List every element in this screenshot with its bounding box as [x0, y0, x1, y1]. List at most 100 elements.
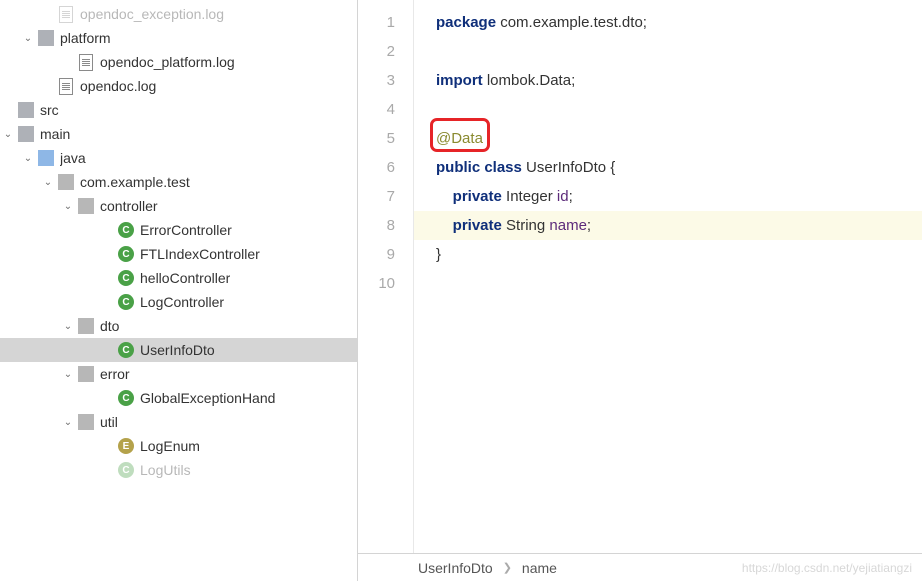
- file-icon: [58, 78, 74, 94]
- line-number: 1: [358, 8, 413, 37]
- tree-row[interactable]: ⌄ error: [0, 362, 357, 386]
- tree-item-label: java: [60, 150, 86, 166]
- code-line[interactable]: private String name;: [414, 211, 922, 240]
- chevron-down-icon[interactable]: ⌄: [60, 414, 76, 430]
- chevron-spacer: [100, 222, 116, 238]
- tree-item-label: ErrorController: [140, 222, 232, 238]
- line-number: 3: [358, 66, 413, 95]
- line-number: 8: [358, 211, 413, 240]
- line-number-gutter: 12345678910: [358, 0, 414, 553]
- tree-item-label: GlobalExceptionHand: [140, 390, 275, 406]
- tree-item-label: com.example.test: [80, 174, 190, 190]
- code-content[interactable]: package com.example.test.dto; import lomb…: [414, 0, 922, 553]
- tree-row[interactable]: ⌄ com.example.test: [0, 170, 357, 194]
- tree-row[interactable]: GlobalExceptionHand: [0, 386, 357, 410]
- line-number: 9: [358, 240, 413, 269]
- folder-icon: [18, 102, 34, 118]
- chevron-spacer: [100, 342, 116, 358]
- chevron-spacer: [60, 54, 76, 70]
- class-icon: [118, 462, 134, 478]
- tree-row[interactable]: ⌄ java: [0, 146, 357, 170]
- tree-item-label: main: [40, 126, 70, 142]
- breadcrumb-member[interactable]: name: [522, 560, 557, 576]
- class-icon: [118, 390, 134, 406]
- tree-item-label: helloController: [140, 270, 230, 286]
- chevron-down-icon[interactable]: ⌄: [60, 198, 76, 214]
- code-line[interactable]: package com.example.test.dto;: [436, 8, 922, 37]
- class-icon: [118, 342, 134, 358]
- project-tree-sidebar[interactable]: opendoc_exception.log ⌄ platform opendoc_pl…: [0, 0, 358, 581]
- chevron-down-icon[interactable]: ⌄: [20, 30, 36, 46]
- class-icon: [118, 294, 134, 310]
- line-number: 4: [358, 95, 413, 124]
- chevron-down-icon[interactable]: ⌄: [20, 150, 36, 166]
- tree-row[interactable]: UserInfoDto: [0, 338, 357, 362]
- class-icon: [118, 246, 134, 262]
- breadcrumb-class[interactable]: UserInfoDto: [418, 560, 493, 576]
- folder-icon: [18, 126, 34, 142]
- file-icon: [58, 6, 74, 22]
- chevron-spacer: [100, 294, 116, 310]
- breadcrumb-bar[interactable]: UserInfoDto ❯ name: [358, 553, 922, 581]
- tree-row[interactable]: ⌄ platform: [0, 26, 357, 50]
- chevron-spacer: [40, 6, 56, 22]
- code-line[interactable]: [436, 37, 922, 66]
- code-line[interactable]: }: [436, 240, 922, 269]
- tree-row[interactable]: opendoc_exception.log: [0, 2, 357, 26]
- tree-row[interactable]: ⌄ main: [0, 122, 357, 146]
- tree-item-label: LogController: [140, 294, 224, 310]
- code-line[interactable]: [436, 95, 922, 124]
- chevron-spacer: [100, 438, 116, 454]
- line-number: 6: [358, 153, 413, 182]
- folder-open-icon: [38, 150, 54, 166]
- tree-row[interactable]: ⌄ util: [0, 410, 357, 434]
- tree-row[interactable]: LogController: [0, 290, 357, 314]
- tree-item-label: opendoc_exception.log: [80, 6, 224, 22]
- line-number: 10: [358, 269, 413, 298]
- tree-item-label: FTLIndexController: [140, 246, 260, 262]
- tree-row[interactable]: LogEnum: [0, 434, 357, 458]
- chevron-spacer: [100, 462, 116, 478]
- tree-item-label: opendoc_platform.log: [100, 54, 235, 70]
- chevron-down-icon[interactable]: ⌄: [60, 366, 76, 382]
- package-folder-icon: [78, 318, 94, 334]
- code-line[interactable]: import lombok.Data;: [436, 66, 922, 95]
- line-number: 7: [358, 182, 413, 211]
- tree-row[interactable]: ⌄controller: [0, 194, 357, 218]
- tree-item-label: UserInfoDto: [140, 342, 215, 358]
- tree-row[interactable]: opendoc.log: [0, 74, 357, 98]
- chevron-spacer: [40, 78, 56, 94]
- tree-item-label: platform: [60, 30, 111, 46]
- tree-item-label: src: [40, 102, 59, 118]
- tree-item-label: opendoc.log: [80, 78, 156, 94]
- code-line[interactable]: @Data: [436, 124, 922, 153]
- tree-item-label: error: [100, 366, 130, 382]
- chevron-down-icon[interactable]: ⌄: [40, 174, 56, 190]
- code-line[interactable]: [436, 269, 922, 298]
- class-icon: [118, 222, 134, 238]
- package-folder-icon: [58, 174, 74, 190]
- chevron-down-icon[interactable]: ⌄: [60, 318, 76, 334]
- tree-row[interactable]: FTLIndexController: [0, 242, 357, 266]
- tree-row[interactable]: LogUtils: [0, 458, 357, 482]
- tree-item-label: util: [100, 414, 118, 430]
- tree-row[interactable]: helloController: [0, 266, 357, 290]
- package-folder-icon: [78, 198, 94, 214]
- tree-item-label: LogEnum: [140, 438, 200, 454]
- folder-icon: [38, 30, 54, 46]
- class-icon: [118, 270, 134, 286]
- code-line[interactable]: public class UserInfoDto {: [436, 153, 922, 182]
- tree-row[interactable]: ErrorController: [0, 218, 357, 242]
- chevron-down-icon[interactable]: ⌄: [0, 126, 16, 142]
- package-folder-icon: [78, 366, 94, 382]
- chevron-spacer: [100, 270, 116, 286]
- tree-row[interactable]: ⌄ dto: [0, 314, 357, 338]
- tree-row[interactable]: opendoc_platform.log: [0, 50, 357, 74]
- tree-item-label: LogUtils: [140, 462, 191, 478]
- package-folder-icon: [78, 414, 94, 430]
- code-line[interactable]: private Integer id;: [436, 182, 922, 211]
- tree-item-label: dto: [100, 318, 119, 334]
- chevron-right-icon: ❯: [503, 561, 512, 574]
- chevron-spacer: [0, 102, 16, 118]
- tree-row[interactable]: src: [0, 98, 357, 122]
